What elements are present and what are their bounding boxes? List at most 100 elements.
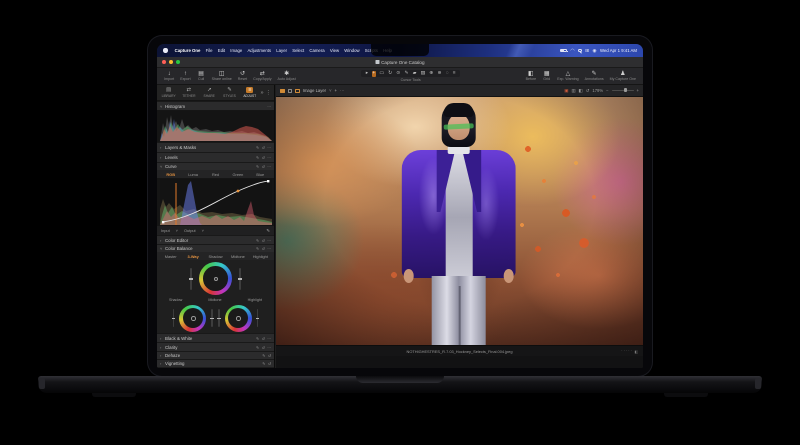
curve-output-label[interactable]: Output xyxy=(184,228,196,233)
pager-end-icon[interactable]: ◧ xyxy=(634,349,638,354)
cb-tab-master[interactable]: Master xyxy=(160,254,181,259)
color-picker-tool-icon[interactable]: ✎ xyxy=(404,71,409,77)
reset-panel-icon[interactable]: ↺ xyxy=(262,345,265,350)
zoom-tool-icon[interactable]: ⊙ xyxy=(396,71,401,77)
collapse-caret-icon[interactable]: ˅ xyxy=(160,104,163,109)
tab-menu-icon[interactable]: ⋮ xyxy=(266,90,272,96)
collapse-caret-icon[interactable]: ˅ xyxy=(160,246,163,251)
color-editor-panel-header[interactable]: › Color Editor ✎ ↺ ⋯ xyxy=(157,235,274,244)
dehaze-panel-header[interactable]: › Dehaze ✎ ↺ xyxy=(157,351,274,359)
zoom-out-button[interactable]: − xyxy=(606,88,608,93)
menu-camera[interactable]: Camera xyxy=(307,48,327,53)
pan-tool-icon[interactable]: + xyxy=(372,71,376,77)
layer-caret-icon[interactable]: ˅ xyxy=(329,88,331,93)
battery-icon[interactable] xyxy=(560,49,567,53)
brush-tool-icon[interactable]: ▰ xyxy=(412,71,416,77)
collapse-caret-icon[interactable]: › xyxy=(160,336,163,341)
zoom-window-button[interactable] xyxy=(176,60,180,64)
input-caret-icon[interactable]: ˅ xyxy=(176,228,178,233)
cull-button[interactable]: ▤ Cull xyxy=(197,71,206,82)
compare-icon[interactable]: ◧ xyxy=(579,88,583,94)
cb-tab-shadow[interactable]: Shadow xyxy=(205,254,226,259)
panel-menu-icon[interactable]: ⋯ xyxy=(267,164,271,169)
rotate-tool-icon[interactable]: ↻ xyxy=(388,71,393,77)
panel-menu-icon[interactable]: ⋯ xyxy=(267,246,271,251)
panel-menu-icon[interactable]: ⋯ xyxy=(267,104,271,109)
close-window-button[interactable] xyxy=(162,60,166,64)
collapse-caret-icon[interactable]: ˅ xyxy=(160,164,163,169)
wifi-icon[interactable]: ◠ xyxy=(570,49,574,53)
shadow-lightness-slider[interactable] xyxy=(211,309,213,327)
heal-tool-icon[interactable]: ⊕ xyxy=(429,71,434,77)
my-capture-one-button[interactable]: ♟ My Capture One xyxy=(610,71,636,82)
collapse-caret-icon[interactable]: › xyxy=(160,353,163,358)
import-button[interactable]: ↓ Import xyxy=(164,71,174,82)
fill-mask-icon[interactable] xyxy=(280,89,285,93)
menu-layer[interactable]: Layer xyxy=(274,48,290,53)
menubar-clock[interactable]: Wed Apr 1 9:41 AM xyxy=(600,48,637,53)
reset-panel-icon[interactable]: ↺ xyxy=(268,361,271,366)
layers-masks-panel-header[interactable]: › Layers & Masks ✎ ↺ ⋯ xyxy=(157,142,274,152)
add-layer-button[interactable]: + xyxy=(335,88,337,93)
spot-tool-icon[interactable]: ◌ xyxy=(445,71,449,77)
panel-menu-icon[interactable]: ⋯ xyxy=(267,238,271,243)
highlight-saturation-slider[interactable] xyxy=(218,309,220,327)
minimize-window-button[interactable] xyxy=(169,60,173,64)
pager-dots[interactable]: · · · · · xyxy=(621,349,632,353)
tab-share[interactable]: ↗ SHARE xyxy=(200,87,219,97)
brush-icon[interactable]: ✎ xyxy=(256,336,259,341)
annotations-button[interactable]: ✎ Annotations xyxy=(585,71,604,82)
brush-icon[interactable]: ✎ xyxy=(262,361,265,366)
zoom-in-button[interactable]: + xyxy=(637,88,639,93)
refresh-preview-icon[interactable]: ↺ xyxy=(586,88,590,94)
vignetting-panel-header[interactable]: › Vignetting ✎ ↺ xyxy=(157,359,274,367)
before-button[interactable]: ◧ Before xyxy=(526,71,537,82)
midtone-color-wheel[interactable] xyxy=(199,262,232,295)
clarity-panel-header[interactable]: › Clarity ✎ ↺ ⋯ xyxy=(157,342,274,351)
panel-menu-icon[interactable]: ⋯ xyxy=(267,345,271,350)
empty-mask-icon[interactable] xyxy=(288,89,293,93)
curve-graph[interactable] xyxy=(157,178,274,226)
menu-app-name[interactable]: Capture One xyxy=(172,48,203,53)
more-tabs-icon[interactable]: » xyxy=(260,90,263,96)
shadow-saturation-slider[interactable] xyxy=(173,309,175,327)
zoom-level-value[interactable]: 179% xyxy=(592,88,603,93)
export-button[interactable]: ↑ Export xyxy=(180,71,190,82)
curve-picker-icon[interactable]: ✎ xyxy=(266,228,270,234)
brush-icon[interactable]: ✎ xyxy=(256,238,259,243)
tab-library[interactable]: ▤ LIBRARY xyxy=(159,87,178,97)
apple-logo-icon[interactable] xyxy=(163,48,168,53)
reset-panel-icon[interactable]: ↺ xyxy=(262,336,265,341)
collapse-caret-icon[interactable]: › xyxy=(160,155,163,160)
auto-adjust-button[interactable]: ✱ Auto Adjust xyxy=(278,71,296,82)
tab-tether[interactable]: ⇄ TETHER xyxy=(179,87,198,97)
levels-panel-header[interactable]: › Levels ✎ ↺ ⋯ xyxy=(157,152,274,162)
collapse-caret-icon[interactable]: › xyxy=(160,238,163,243)
active-mask-icon[interactable] xyxy=(295,89,300,93)
exposure-warning-button[interactable]: △ Exp. Warning xyxy=(557,71,578,82)
siri-icon[interactable]: ◉ xyxy=(593,49,597,53)
collapse-caret-icon[interactable]: › xyxy=(160,361,163,366)
histogram-panel-header[interactable]: ˅ Histogram ⋯ xyxy=(157,101,274,110)
curve-tab-blue[interactable]: Blue xyxy=(250,172,271,177)
highlight-color-wheel[interactable] xyxy=(225,305,252,332)
menu-adjustments[interactable]: Adjustments xyxy=(245,48,274,53)
black-white-panel-header[interactable]: › Black & White ✎ ↺ ⋯ xyxy=(157,333,274,342)
output-caret-icon[interactable]: ˅ xyxy=(202,228,204,233)
reset-button[interactable]: ↺ Reset xyxy=(238,71,247,82)
lightness-slider[interactable] xyxy=(239,268,241,290)
curve-input-label[interactable]: Input xyxy=(161,228,170,233)
menu-select[interactable]: Select xyxy=(290,48,307,53)
menu-file[interactable]: File xyxy=(203,48,215,53)
reset-panel-icon[interactable]: ↺ xyxy=(262,246,265,251)
panel-menu-icon[interactable]: ⋯ xyxy=(267,145,271,150)
panel-menu-icon[interactable]: ⋯ xyxy=(267,336,271,341)
grid-button[interactable]: ▦ Grid xyxy=(542,71,551,82)
curve-tab-red[interactable]: Red xyxy=(205,172,226,177)
control-center-icon[interactable]: ⊞ xyxy=(585,49,589,53)
brush-icon[interactable]: ✎ xyxy=(256,345,259,350)
exposure-clip-icon[interactable]: ▣ xyxy=(564,88,568,94)
annotation-tool-icon[interactable]: ≡ xyxy=(452,71,456,77)
spotlight-search-icon[interactable] xyxy=(578,49,581,52)
saturation-slider[interactable] xyxy=(190,268,192,290)
